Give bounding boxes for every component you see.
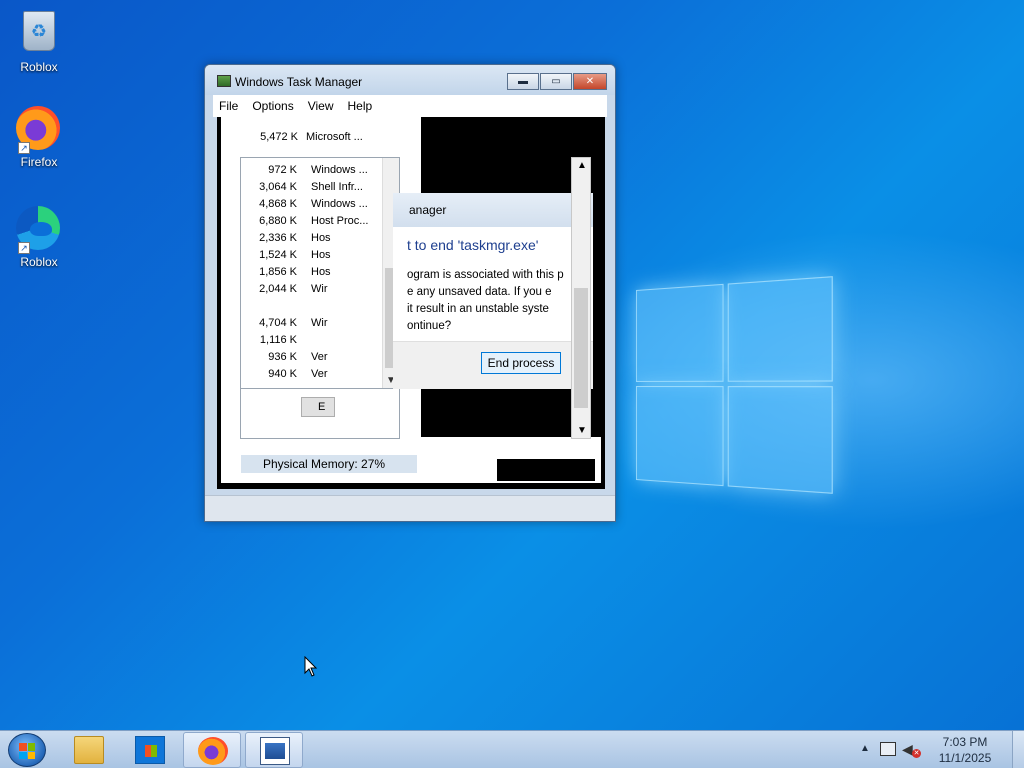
description-cell: Wir <box>311 317 379 329</box>
scrollbar-thumb[interactable] <box>574 288 588 408</box>
table-row[interactable]: 1,116 K <box>241 334 381 351</box>
memory-cell: 6,880 K <box>240 215 297 227</box>
file-explorer-icon <box>74 736 104 764</box>
store-icon <box>135 736 165 764</box>
table-row[interactable]: 1,856 K Hos <box>241 266 381 283</box>
description-cell: Hos <box>311 249 379 261</box>
maximize-button[interactable]: ▭ <box>540 73 572 90</box>
memory-cell: 1,116 K <box>240 334 297 346</box>
clock-time: 7:03 PM <box>932 734 998 750</box>
table-row[interactable] <box>241 300 381 317</box>
dialog-heading: t to end 'taskmgr.exe' <box>407 237 538 253</box>
memory-cell: 4,868 K <box>240 198 297 210</box>
memory-cell: 940 K <box>240 368 297 380</box>
network-icon[interactable] <box>880 742 896 756</box>
dialog-title-bar[interactable]: anager <box>393 193 593 227</box>
vertical-scrollbar[interactable]: ▲ ▼ <box>571 157 591 439</box>
end-process-ghost-button[interactable]: E <box>301 397 335 417</box>
memory-cell: 1,524 K <box>240 249 297 261</box>
windows-logo-wallpaper <box>636 276 833 494</box>
description-cell: Hos <box>311 266 379 278</box>
desktop-icon-label: Firefox <box>4 155 74 169</box>
table-row[interactable]: 2,336 K Hos <box>241 232 381 249</box>
shortcut-arrow-icon: ↗ <box>18 142 30 154</box>
table-row[interactable]: 940 K Ver <box>241 368 381 385</box>
dialog-message: ogram is associated with this p e any un… <box>407 267 593 335</box>
memory-cell: 972 K <box>240 164 297 176</box>
desktop-icon-edge[interactable]: ↗ Roblox <box>4 206 74 269</box>
scroll-up-icon[interactable]: ▲ <box>577 160 587 171</box>
description-cell: Hos <box>311 232 379 244</box>
table-row[interactable]: 4,704 K Wir <box>241 317 381 334</box>
black-render-artifact <box>497 459 595 481</box>
table-row[interactable]: 3,064 K Shell Infr... <box>241 181 381 198</box>
task-manager-icon <box>260 737 290 765</box>
status-bar <box>205 495 615 521</box>
menu-help[interactable]: Help <box>348 99 373 113</box>
menu-view[interactable]: View <box>308 99 334 113</box>
menu-bar: File Options View Help <box>213 95 607 117</box>
memory-cell: 936 K <box>240 351 297 363</box>
clock-date: 11/1/2025 <box>932 750 998 766</box>
taskbar-file-explorer[interactable] <box>60 732 118 768</box>
end-process-button[interactable]: End process <box>481 352 561 374</box>
client-area: 5,472 K Microsoft ... 972 K Windows ... 3,… <box>221 117 601 483</box>
process-list-footer: E <box>240 389 400 439</box>
process-list[interactable]: 972 K Windows ... 3,064 K Shell Infr... 4,86… <box>240 157 400 389</box>
memory-cell: 2,336 K <box>240 232 297 244</box>
desktop-icon-recycle-bin[interactable]: ♻ Roblox <box>4 8 74 74</box>
table-row[interactable]: 972 K Windows ... <box>241 164 381 181</box>
memory-cell: 4,704 K <box>240 317 297 329</box>
menu-options[interactable]: Options <box>252 99 293 113</box>
desktop-icon-label: Roblox <box>4 255 74 269</box>
mute-badge-icon: ✕ <box>912 749 921 758</box>
table-row[interactable]: 936 K Ver <box>241 351 381 368</box>
description-cell: Wir <box>311 283 379 295</box>
shortcut-arrow-icon: ↗ <box>18 242 30 254</box>
start-button[interactable] <box>8 733 46 767</box>
scroll-down-icon[interactable]: ▼ <box>577 425 587 436</box>
minimize-button[interactable]: ▬ <box>507 73 539 90</box>
description-cell: Ver <box>311 351 379 363</box>
memory-cell: 1,856 K <box>240 266 297 278</box>
system-tray: ▲ ◀ ✕ 7:03 PM 11/1/2025 <box>856 731 1024 768</box>
windows-flag-icon <box>19 743 35 759</box>
show-desktop-button[interactable] <box>1012 731 1024 768</box>
taskbar-task-manager[interactable] <box>245 732 303 768</box>
table-row[interactable]: 2,044 K Wir <box>241 283 381 300</box>
table-row[interactable]: 5,472 K Microsoft ... <box>221 131 396 148</box>
menu-file[interactable]: File <box>219 99 238 113</box>
table-row[interactable]: 4,868 K Windows ... <box>241 198 381 215</box>
table-row[interactable]: 6,880 K Host Proc... <box>241 215 381 232</box>
firefox-icon <box>198 737 228 765</box>
clock[interactable]: 7:03 PM 11/1/2025 <box>932 734 998 766</box>
close-button[interactable]: ✕ <box>573 73 607 90</box>
desktop: ♻ Roblox ↗ Firefox ↗ Roblox Windows Task… <box>0 0 1024 730</box>
end-process-dialog[interactable]: anager t to end 'taskmgr.exe' ogram is a… <box>393 193 593 389</box>
physical-memory-status: Physical Memory: 27% <box>241 455 417 473</box>
dialog-title: anager <box>409 203 446 217</box>
description-cell: Windows ... <box>311 164 379 176</box>
window-title: Windows Task Manager <box>235 75 362 89</box>
desktop-icon-firefox[interactable]: ↗ Firefox <box>4 106 74 169</box>
show-hidden-icons-icon[interactable]: ▲ <box>860 743 870 754</box>
description-cell: Host Proc... <box>311 215 379 227</box>
taskbar: ▲ ◀ ✕ 7:03 PM 11/1/2025 <box>0 730 1024 768</box>
desktop-icon-label: Roblox <box>4 60 74 74</box>
task-manager-icon <box>217 75 231 87</box>
table-row[interactable]: 1,524 K Hos <box>241 249 381 266</box>
taskbar-store[interactable] <box>121 732 179 768</box>
title-bar[interactable]: Windows Task Manager ▬ ▭ ✕ <box>205 65 615 95</box>
description-cell: Shell Infr... <box>311 181 379 193</box>
dialog-button-area: End process <box>393 341 593 389</box>
volume-icon[interactable]: ◀ <box>902 741 913 758</box>
description-cell: Windows ... <box>311 198 379 210</box>
memory-cell: 3,064 K <box>240 181 297 193</box>
taskbar-firefox[interactable] <box>183 732 241 768</box>
task-manager-window[interactable]: Windows Task Manager ▬ ▭ ✕ File Options … <box>204 64 616 522</box>
task-manager-client: 5,472 K Microsoft ... 972 K Windows ... 3,… <box>217 117 605 489</box>
memory-cell: 2,044 K <box>240 283 297 295</box>
description-cell: Ver <box>311 368 379 380</box>
recycle-bin-icon: ♻ <box>23 11 55 51</box>
